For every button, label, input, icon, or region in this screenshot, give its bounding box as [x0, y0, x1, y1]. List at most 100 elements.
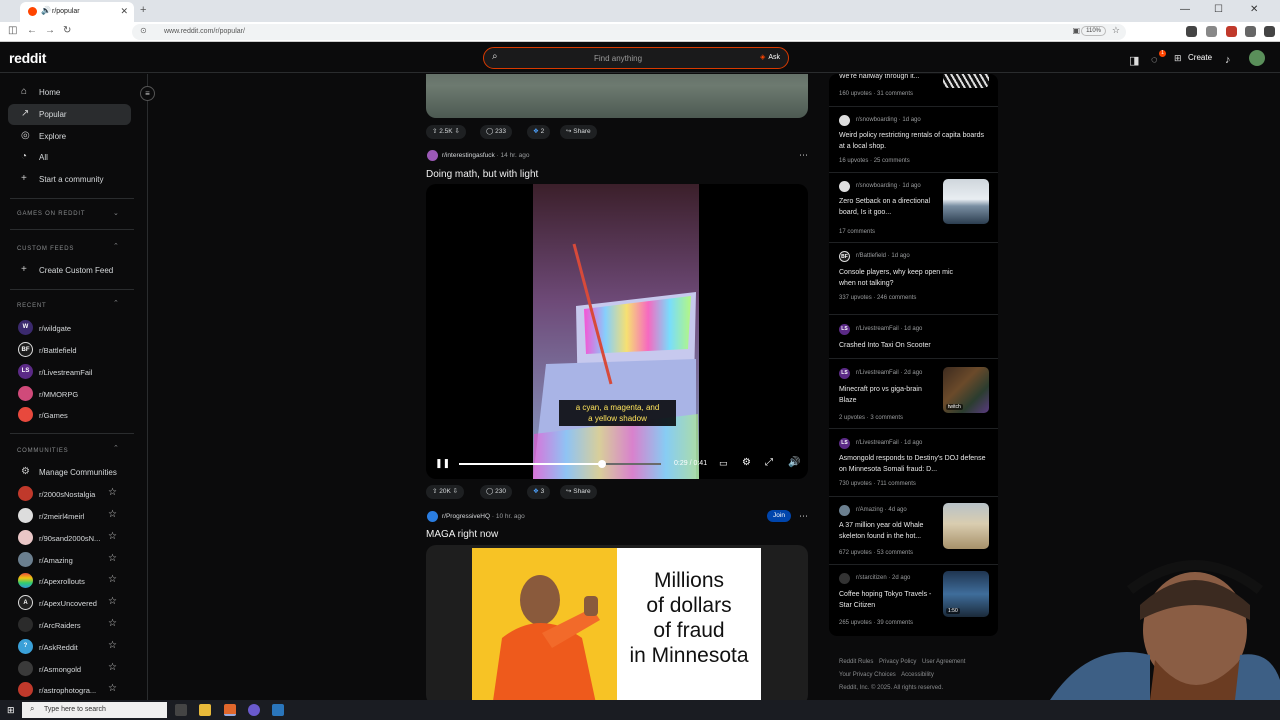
- captions-icon[interactable]: ▭: [719, 458, 728, 469]
- chevron-up-icon[interactable]: ⌃: [113, 444, 119, 452]
- recent-post[interactable]: r/starcitizen · 2d ago Coffee hoping Tok…: [829, 564, 998, 636]
- app-icon[interactable]: [248, 704, 260, 716]
- advertise-icon[interactable]: ◨: [1129, 54, 1139, 67]
- taskbar-search[interactable]: ⌕ Type here to search: [22, 702, 167, 718]
- new-tab-icon[interactable]: +: [140, 4, 146, 16]
- windows-start-icon[interactable]: ⊞: [7, 705, 15, 716]
- create-custom-feed[interactable]: + Create Custom Feed: [8, 260, 131, 281]
- comments-button[interactable]: ◯ 233: [480, 125, 512, 139]
- firefox-icon[interactable]: [224, 704, 236, 716]
- minimize-icon[interactable]: —: [1180, 4, 1190, 15]
- task-view-icon[interactable]: [175, 704, 187, 716]
- subreddit-link[interactable]: r/interestingasfuck: [442, 152, 495, 159]
- award-button[interactable]: ❖ 2: [527, 125, 551, 139]
- post-menu-icon[interactable]: ⋯: [799, 511, 808, 522]
- window-close-icon[interactable]: ✕: [1250, 4, 1258, 15]
- sidebar-toggle-icon[interactable]: ◫: [8, 25, 17, 36]
- fullscreen-icon[interactable]: ⤢: [765, 457, 773, 468]
- star-icon[interactable]: ☆: [108, 640, 117, 651]
- post-menu-icon[interactable]: ⋯: [799, 150, 808, 161]
- ask-button[interactable]: ◈ Ask: [760, 53, 780, 61]
- footer-link[interactable]: Accessibility: [901, 672, 934, 678]
- manage-communities[interactable]: ⚙ Manage Communities: [8, 462, 131, 483]
- collapse-sidebar-icon[interactable]: ≡: [140, 86, 155, 101]
- nav-home[interactable]: ⌂ Home: [8, 82, 131, 103]
- comments-button[interactable]: ◯ 230: [480, 485, 512, 499]
- star-icon[interactable]: ☆: [108, 509, 117, 520]
- star-icon[interactable]: ☆: [108, 531, 117, 542]
- chevron-down-icon[interactable]: ⌄: [113, 209, 119, 217]
- recent-post[interactable]: We're halfway through it... 160 upvotes …: [829, 74, 998, 106]
- subreddit-link[interactable]: r/ProgressiveHQ: [442, 513, 490, 520]
- star-icon[interactable]: ☆: [108, 553, 117, 564]
- star-icon[interactable]: ☆: [108, 683, 117, 694]
- tab-close-icon[interactable]: ✕: [120, 6, 128, 17]
- extension-icon[interactable]: [1206, 26, 1217, 37]
- footer-link[interactable]: User Agreement: [922, 659, 965, 665]
- pause-icon[interactable]: ❚❚: [435, 458, 450, 469]
- star-icon[interactable]: ☆: [108, 618, 117, 629]
- nav-explore[interactable]: ◎ Explore: [8, 126, 131, 147]
- forward-icon[interactable]: →: [45, 25, 55, 36]
- recent-post[interactable]: r/snowboarding · 1d ago Weird policy res…: [829, 106, 998, 172]
- zoom-level[interactable]: 110%: [1081, 26, 1106, 36]
- reddit-logo[interactable]: reddit: [9, 50, 46, 66]
- chevron-up-icon[interactable]: ⌃: [113, 242, 119, 250]
- star-icon[interactable]: ☆: [108, 596, 117, 607]
- create-plus-icon[interactable]: ⊞: [1174, 53, 1182, 64]
- search-input[interactable]: ⌕ Find anything ◈ Ask: [483, 47, 789, 69]
- tab-sound-icon[interactable]: 🔊: [41, 6, 51, 15]
- video-scrubber[interactable]: [459, 460, 661, 468]
- footer-link[interactable]: Your Privacy Choices: [839, 672, 896, 678]
- video-player[interactable]: a cyan, a magenta, and a yellow shadow ❚…: [426, 184, 808, 479]
- settings-gear-icon[interactable]: ⚙: [742, 457, 751, 468]
- steam-icon[interactable]: [272, 704, 284, 716]
- volume-icon[interactable]: 🔊: [788, 457, 800, 468]
- section-custom-feeds[interactable]: CUSTOM FEEDS: [17, 246, 74, 252]
- recent-post[interactable]: LS r/LivestreamFail · 2d ago Minecraft p…: [829, 358, 998, 428]
- section-communities[interactable]: COMMUNITIES: [17, 448, 68, 454]
- post-title[interactable]: MAGA right now: [426, 529, 498, 540]
- star-icon[interactable]: ☆: [108, 574, 117, 585]
- nav-start-community[interactable]: + Start a community: [8, 169, 131, 190]
- join-button[interactable]: Join: [767, 510, 791, 522]
- chat-icon[interactable]: ◌: [1151, 54, 1158, 66]
- file-explorer-icon[interactable]: [199, 704, 211, 716]
- recent-post[interactable]: LS r/LivestreamFail · 1d ago Crashed Int…: [829, 314, 998, 358]
- vote-pill[interactable]: ⇧ 2.5K ⇩: [426, 125, 466, 139]
- nav-popular[interactable]: ↗ Popular: [8, 104, 131, 125]
- create-button[interactable]: Create: [1188, 53, 1212, 62]
- post-title[interactable]: Doing math, but with light: [426, 169, 538, 180]
- award-button[interactable]: ❖ 3: [527, 485, 551, 499]
- browser-tab[interactable]: 🔊 r/popular ✕: [20, 2, 134, 22]
- nav-all[interactable]: ◔ All: [8, 147, 131, 168]
- reader-view-icon[interactable]: ▣: [1072, 26, 1080, 35]
- site-info-icon[interactable]: ⊙: [140, 26, 147, 35]
- share-button[interactable]: ↪ Share: [560, 485, 597, 499]
- recent-post[interactable]: BF r/Battlefield · 1d ago Console player…: [829, 242, 998, 314]
- maximize-icon[interactable]: ☐: [1214, 4, 1223, 15]
- star-icon[interactable]: ☆: [108, 487, 117, 498]
- section-recent[interactable]: RECENT: [17, 303, 46, 309]
- chevron-up-icon[interactable]: ⌃: [113, 299, 119, 307]
- extension-icon[interactable]: [1226, 26, 1237, 37]
- post-image[interactable]: [426, 74, 808, 118]
- vote-pill[interactable]: ⇧ 20K ⇩: [426, 485, 465, 499]
- recent-post[interactable]: LS r/LivestreamFail · 1d ago Asmongold r…: [829, 428, 998, 496]
- subreddit-avatar[interactable]: [427, 150, 438, 161]
- recent-post[interactable]: r/Amazing · 4d ago A 37 million year old…: [829, 496, 998, 564]
- footer-link[interactable]: Privacy Policy: [879, 659, 916, 665]
- back-icon[interactable]: ←: [27, 25, 37, 36]
- user-avatar[interactable]: [1249, 50, 1265, 66]
- share-button[interactable]: ↪ Share: [560, 125, 597, 139]
- bell-icon[interactable]: ♪: [1225, 54, 1231, 66]
- recent-post[interactable]: r/snowboarding · 1d ago Zero Setback on …: [829, 172, 998, 242]
- star-icon[interactable]: ☆: [108, 662, 117, 673]
- extension-icon[interactable]: [1186, 26, 1197, 37]
- bookmark-star-icon[interactable]: ☆: [1112, 25, 1120, 36]
- reload-icon[interactable]: ↻: [63, 25, 71, 36]
- url-field[interactable]: ⊙ www.reddit.com/r/popular/ ▣ 110% ☆: [132, 24, 1126, 40]
- subreddit-avatar[interactable]: [427, 511, 438, 522]
- section-games[interactable]: GAMES ON REDDIT: [17, 211, 85, 217]
- extension-icon[interactable]: [1245, 26, 1256, 37]
